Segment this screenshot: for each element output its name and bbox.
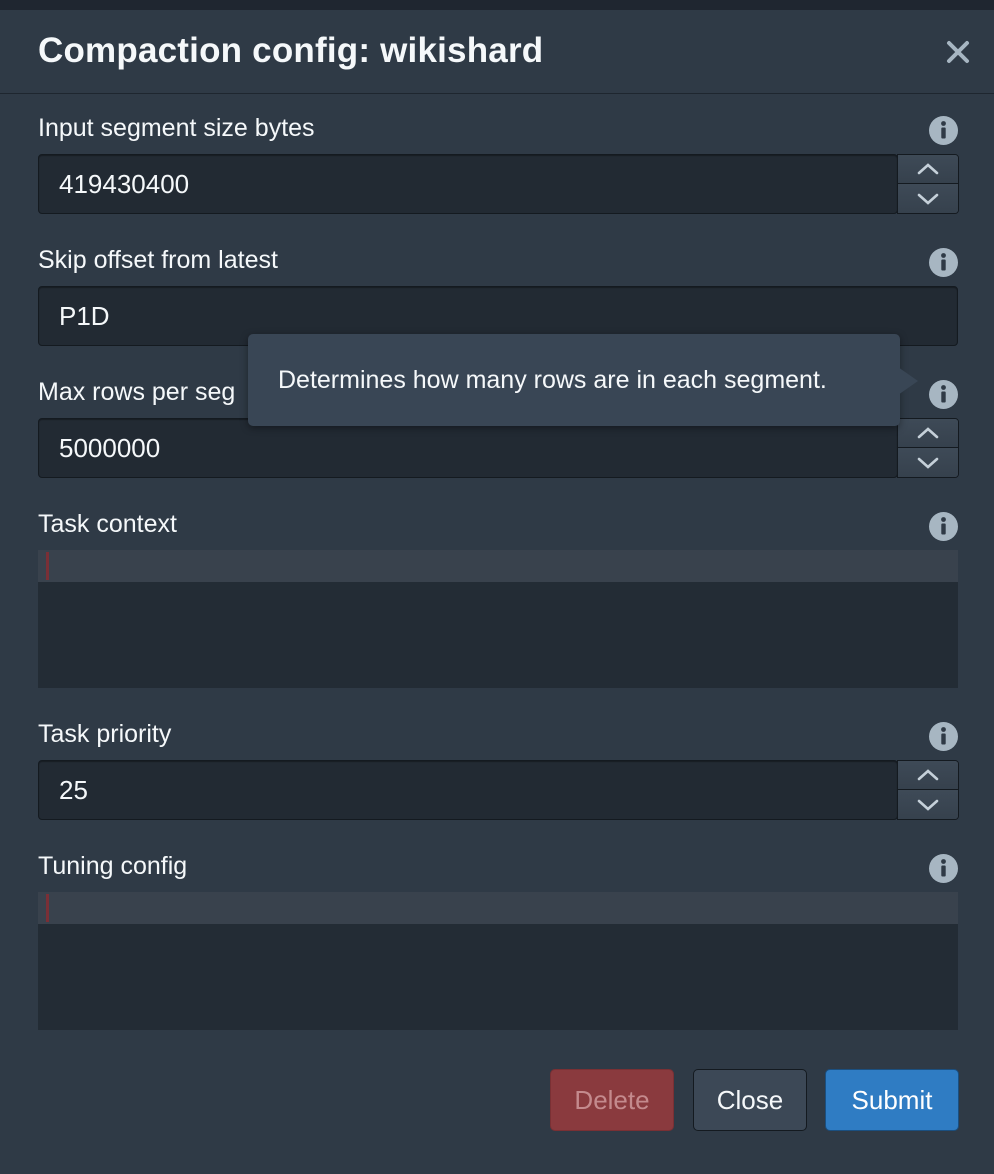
task-context-label: Task context [38,510,177,538]
text-cursor [46,894,49,922]
decrement-button[interactable] [898,184,958,213]
active-line [38,892,958,924]
chevron-up-icon [917,769,939,781]
info-icon[interactable] [929,116,958,145]
close-button[interactable]: Close [693,1069,807,1131]
increment-button[interactable] [898,419,958,448]
text-cursor [46,552,49,580]
input-segment-size-stepper [897,154,959,214]
increment-button[interactable] [898,155,958,184]
info-icon[interactable] [929,380,958,409]
task-context-editor[interactable] [38,550,958,688]
max-rows-input[interactable]: 5000000 [38,418,898,478]
chevron-up-icon [917,427,939,439]
task-priority-input[interactable]: 25 [38,760,898,820]
max-rows-stepper [897,418,959,478]
max-rows-label: Max rows per seg [38,378,236,406]
info-icon[interactable] [929,854,958,883]
info-icon[interactable] [929,512,958,541]
submit-button[interactable]: Submit [825,1069,959,1131]
dialog-header: Compaction config: wikishard [0,10,994,94]
skip-offset-label: Skip offset from latest [38,246,278,274]
tuning-config-editor[interactable] [38,892,958,1030]
chevron-down-icon [917,457,939,469]
dialog-title: Compaction config: wikishard [38,31,544,70]
close-icon[interactable] [940,34,976,70]
tooltip-arrow [898,367,918,395]
chevron-down-icon [917,799,939,811]
task-priority-label: Task priority [38,720,172,748]
info-icon[interactable] [929,722,958,751]
chevron-down-icon [917,193,939,205]
input-segment-size-input[interactable]: 419430400 [38,154,898,214]
chevron-up-icon [917,163,939,175]
active-line [38,550,958,582]
decrement-button[interactable] [898,790,958,819]
info-icon[interactable] [929,248,958,277]
decrement-button[interactable] [898,448,958,477]
tuning-config-label: Tuning config [38,852,188,880]
max-rows-tooltip: Determines how many rows are in each seg… [248,334,900,426]
input-segment-size-label: Input segment size bytes [38,114,315,142]
delete-button[interactable]: Delete [550,1069,674,1131]
increment-button[interactable] [898,761,958,790]
task-priority-stepper [897,760,959,820]
